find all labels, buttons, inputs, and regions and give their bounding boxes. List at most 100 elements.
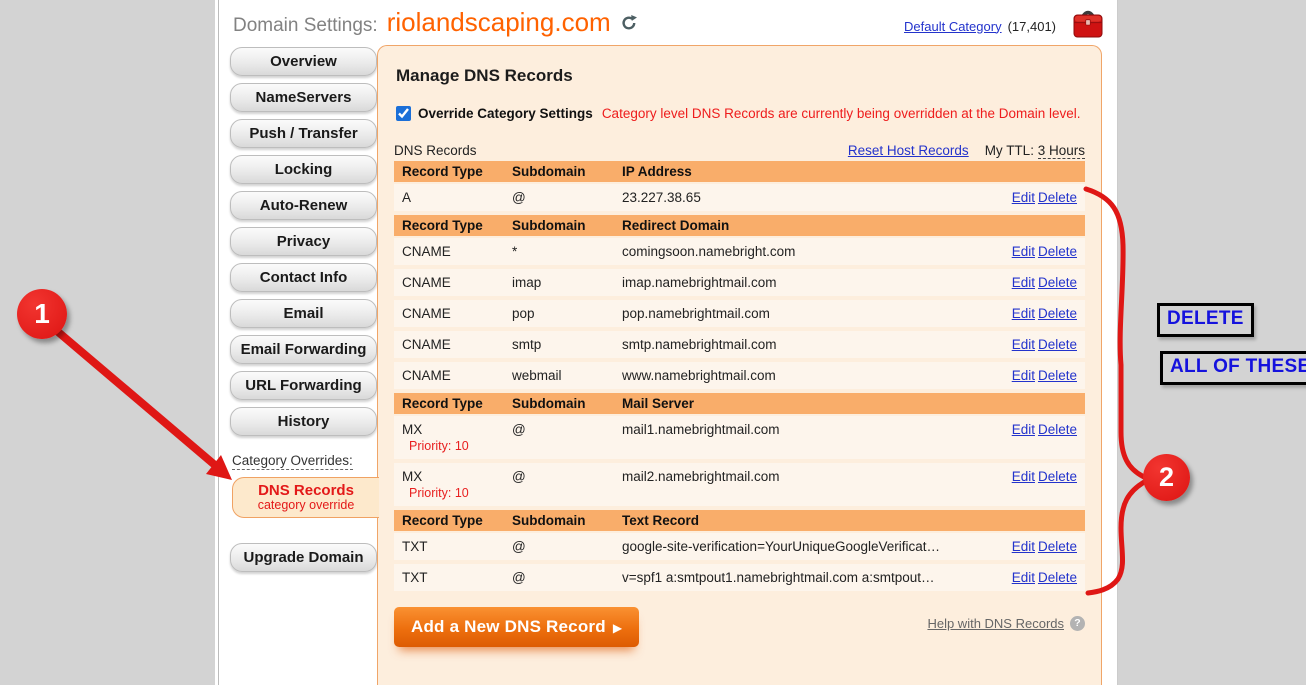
add-dns-record-button[interactable]: Add a New DNS Record▶ <box>394 607 639 647</box>
column-header: Mail Server <box>622 396 1077 411</box>
delete-link[interactable]: Delete <box>1038 368 1077 383</box>
delete-link[interactable]: Delete <box>1038 244 1077 259</box>
sidebar-item-history[interactable]: History <box>230 407 377 436</box>
record-priority: Priority: 10 <box>402 439 512 453</box>
row-actions: EditDelete <box>1009 244 1077 259</box>
edit-link[interactable]: Edit <box>1012 275 1035 290</box>
delete-link[interactable]: Delete <box>1038 539 1077 554</box>
record-type: A <box>402 190 512 205</box>
subdomain-cell: @ <box>512 469 622 484</box>
record-value-cell: smtp.namebrightmail.com <box>622 337 1009 352</box>
edit-link[interactable]: Edit <box>1012 469 1035 484</box>
record-type: CNAME <box>402 368 512 383</box>
row-actions: EditDelete <box>1009 539 1077 554</box>
override-category-checkbox[interactable] <box>396 106 411 121</box>
column-header: Subdomain <box>512 396 622 411</box>
record-type: TXT <box>402 539 512 554</box>
page-header: Domain Settings: riolandscaping.com Defa… <box>215 0 1118 44</box>
column-header: Redirect Domain <box>622 218 1077 233</box>
record-type: MX <box>402 422 512 437</box>
dns-record-row: TXT@v=spf1 a:smtpout1.namebrightmail.com… <box>394 564 1085 591</box>
row-actions: EditDelete <box>1009 190 1077 205</box>
help-dns-records-link[interactable]: Help with DNS Records <box>927 616 1064 631</box>
dns-record-row: CNAMEimapimap.namebrightmail.comEditDele… <box>394 269 1085 296</box>
subdomain-cell: pop <box>512 306 622 321</box>
edit-link[interactable]: Edit <box>1012 190 1035 205</box>
record-type-cell: TXT <box>402 570 512 585</box>
column-header: Record Type <box>402 164 512 179</box>
row-actions: EditDelete <box>1009 422 1077 437</box>
delete-link[interactable]: Delete <box>1038 337 1077 352</box>
dns-record-row: MXPriority: 10@mail2.namebrightmail.comE… <box>394 463 1085 506</box>
manage-dns-panel: Manage DNS Records Override Category Set… <box>377 45 1102 685</box>
briefcase-icon[interactable] <box>1070 9 1106 43</box>
header-right: Default Category (17,401) <box>904 9 1106 43</box>
delete-link[interactable]: Delete <box>1038 422 1077 437</box>
row-actions: EditDelete <box>1009 368 1077 383</box>
edit-link[interactable]: Edit <box>1012 368 1035 383</box>
refresh-icon[interactable] <box>620 14 638 37</box>
sidebar-item-dns-records-active[interactable]: DNS Records category override <box>232 477 379 518</box>
edit-link[interactable]: Edit <box>1012 306 1035 321</box>
question-mark-icon[interactable]: ? <box>1070 616 1085 631</box>
table-footer: Add a New DNS Record▶ Help with DNS Reco… <box>394 607 1085 647</box>
record-type-cell: CNAME <box>402 275 512 290</box>
subdomain-cell: @ <box>512 422 622 437</box>
sidebar-item-locking[interactable]: Locking <box>230 155 377 184</box>
record-type: CNAME <box>402 337 512 352</box>
delete-link[interactable]: Delete <box>1038 570 1077 585</box>
sidebar-item-nameservers[interactable]: NameServers <box>230 83 377 112</box>
delete-link[interactable]: Delete <box>1038 306 1077 321</box>
record-type-cell: TXT <box>402 539 512 554</box>
sidebar-item-email-forwarding[interactable]: Email Forwarding <box>230 335 377 364</box>
ttl-value[interactable]: 3 Hours <box>1038 143 1085 159</box>
all-of-these-annotation-box: ALL OF THESE <box>1160 351 1306 385</box>
record-value-cell: www.namebrightmail.com <box>622 368 1009 383</box>
dns-records-tab-subtitle: category override <box>233 498 379 512</box>
default-category-link[interactable]: Default Category <box>904 19 1002 34</box>
column-header: Subdomain <box>512 218 622 233</box>
edit-link[interactable]: Edit <box>1012 337 1035 352</box>
record-type: CNAME <box>402 275 512 290</box>
subdomain-cell: @ <box>512 190 622 205</box>
sidebar: Overview NameServers Push / Transfer Lockin… <box>230 47 379 579</box>
sidebar-item-overview[interactable]: Overview <box>230 47 377 76</box>
sidebar-item-push-transfer[interactable]: Push / Transfer <box>230 119 377 148</box>
subdomain-cell: @ <box>512 570 622 585</box>
domain-settings-page: Domain Settings: riolandscaping.com Defa… <box>215 0 1118 685</box>
edit-link[interactable]: Edit <box>1012 422 1035 437</box>
sidebar-item-email[interactable]: Email <box>230 299 377 328</box>
reset-host-records-link[interactable]: Reset Host Records <box>848 143 969 158</box>
edit-link[interactable]: Edit <box>1012 244 1035 259</box>
record-value-cell: 23.227.38.65 <box>622 190 1009 205</box>
delete-link[interactable]: Delete <box>1038 275 1077 290</box>
edit-link[interactable]: Edit <box>1012 570 1035 585</box>
table-section-header: Record TypeSubdomainMail Server <box>394 393 1085 414</box>
dns-record-row: A@23.227.38.65EditDelete <box>394 184 1085 211</box>
sidebar-item-auto-renew[interactable]: Auto-Renew <box>230 191 377 220</box>
record-type-cell: MXPriority: 10 <box>402 469 512 500</box>
record-type-cell: CNAME <box>402 337 512 352</box>
record-type: MX <box>402 469 512 484</box>
dns-records-label: DNS Records <box>394 143 477 158</box>
edit-link[interactable]: Edit <box>1012 539 1035 554</box>
table-section-header: Record TypeSubdomainIP Address <box>394 161 1085 182</box>
record-value-cell: imap.namebrightmail.com <box>622 275 1009 290</box>
sidebar-item-privacy[interactable]: Privacy <box>230 227 377 256</box>
sidebar-item-contact-info[interactable]: Contact Info <box>230 263 377 292</box>
delete-annotation-box: DELETE <box>1157 303 1254 337</box>
dns-records-tab-title: DNS Records <box>233 482 379 499</box>
column-header: Record Type <box>402 513 512 528</box>
upgrade-domain-button[interactable]: Upgrade Domain <box>230 543 377 572</box>
sidebar-item-url-forwarding[interactable]: URL Forwarding <box>230 371 377 400</box>
column-header: Subdomain <box>512 513 622 528</box>
table-section-header: Record TypeSubdomainText Record <box>394 510 1085 531</box>
record-type-cell: A <box>402 190 512 205</box>
add-dns-record-label: Add a New DNS Record <box>411 617 606 636</box>
step-2-badge: 2 <box>1143 454 1190 501</box>
delete-link[interactable]: Delete <box>1038 190 1077 205</box>
domain-name: riolandscaping.com <box>387 7 611 38</box>
category-overrides-label: Category Overrides: <box>232 453 353 470</box>
record-type: TXT <box>402 570 512 585</box>
delete-link[interactable]: Delete <box>1038 469 1077 484</box>
